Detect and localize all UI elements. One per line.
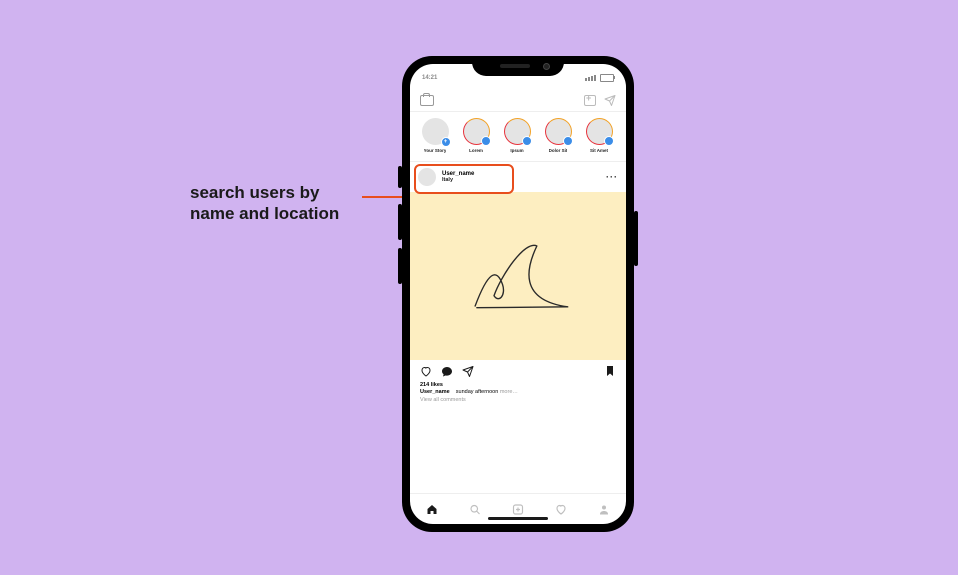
post-more-icon[interactable]: ···	[606, 172, 618, 182]
tab-add-icon[interactable]	[512, 503, 524, 515]
story-badge	[563, 136, 573, 146]
volume-down-button	[398, 248, 402, 284]
bookmark-icon[interactable]	[604, 365, 616, 377]
story-avatar[interactable]	[586, 118, 613, 145]
app-top-bar	[410, 89, 626, 112]
front-camera	[543, 63, 550, 70]
view-all-comments[interactable]: View all comments	[410, 395, 626, 409]
story-item[interactable]: Ipsum	[500, 118, 534, 153]
story-item[interactable]: +Your Story	[418, 118, 452, 153]
comment-icon[interactable]	[441, 365, 453, 377]
tab-profile-icon[interactable]	[598, 503, 610, 515]
story-item[interactable]: Lorem	[459, 118, 493, 153]
post-image[interactable]	[410, 192, 626, 360]
send-icon[interactable]	[604, 94, 616, 106]
post-header[interactable]: User_name Italy ···	[410, 162, 626, 192]
story-avatar[interactable]	[504, 118, 531, 145]
tab-home-icon[interactable]	[426, 503, 438, 515]
callout-label: search users by name and location	[190, 182, 339, 225]
post-author-username[interactable]: User_name	[442, 171, 474, 178]
like-icon[interactable]	[420, 365, 432, 377]
story-label: Your Story	[424, 148, 447, 153]
stories-row[interactable]: +Your Story Lorem Ipsum Dolor Sit Sit Amet	[410, 112, 626, 162]
story-item[interactable]: Sit Amet	[582, 118, 616, 153]
phone-frame: 14:21 +Your Story Lorem Ipsum Dolor Sit Sit …	[402, 56, 634, 532]
story-label: Dolor Sit	[549, 148, 568, 153]
share-icon[interactable]	[462, 365, 474, 377]
bottom-tab-bar	[410, 493, 626, 524]
post-caption[interactable]: User_name sunday afternoon more…	[410, 388, 626, 395]
phone-notch	[472, 56, 564, 76]
tab-search-icon[interactable]	[469, 503, 481, 515]
story-badge	[481, 136, 491, 146]
story-avatar[interactable]	[545, 118, 572, 145]
camera-icon[interactable]	[420, 95, 434, 106]
speaker-slit	[500, 64, 530, 68]
story-avatar[interactable]: +	[422, 118, 449, 145]
story-badge	[522, 136, 532, 146]
phone-screen: 14:21 +Your Story Lorem Ipsum Dolor Sit Sit …	[410, 64, 626, 524]
story-label: Lorem	[469, 148, 483, 153]
story-avatar[interactable]	[463, 118, 490, 145]
story-item[interactable]: Dolor Sit	[541, 118, 575, 153]
mute-switch	[398, 166, 402, 188]
post-location[interactable]: Italy	[442, 177, 474, 183]
status-right	[585, 74, 614, 82]
volume-up-button	[398, 204, 402, 240]
story-label: Sit Amet	[590, 148, 608, 153]
home-indicator	[488, 517, 548, 520]
post-actions	[410, 360, 626, 382]
power-button	[634, 211, 638, 266]
tab-activity-icon[interactable]	[555, 503, 567, 515]
signal-icon	[585, 75, 596, 81]
callout-line1: search users by	[190, 182, 339, 203]
callout-line2: name and location	[190, 203, 339, 224]
battery-icon	[600, 74, 614, 82]
post-author-avatar[interactable]	[418, 168, 436, 186]
igtv-icon[interactable]	[584, 95, 596, 106]
status-time: 14:21	[422, 75, 437, 81]
story-label: Ipsum	[510, 148, 523, 153]
post-image-scribble	[458, 221, 578, 331]
story-badge	[604, 136, 614, 146]
add-story-badge: +	[441, 137, 451, 147]
